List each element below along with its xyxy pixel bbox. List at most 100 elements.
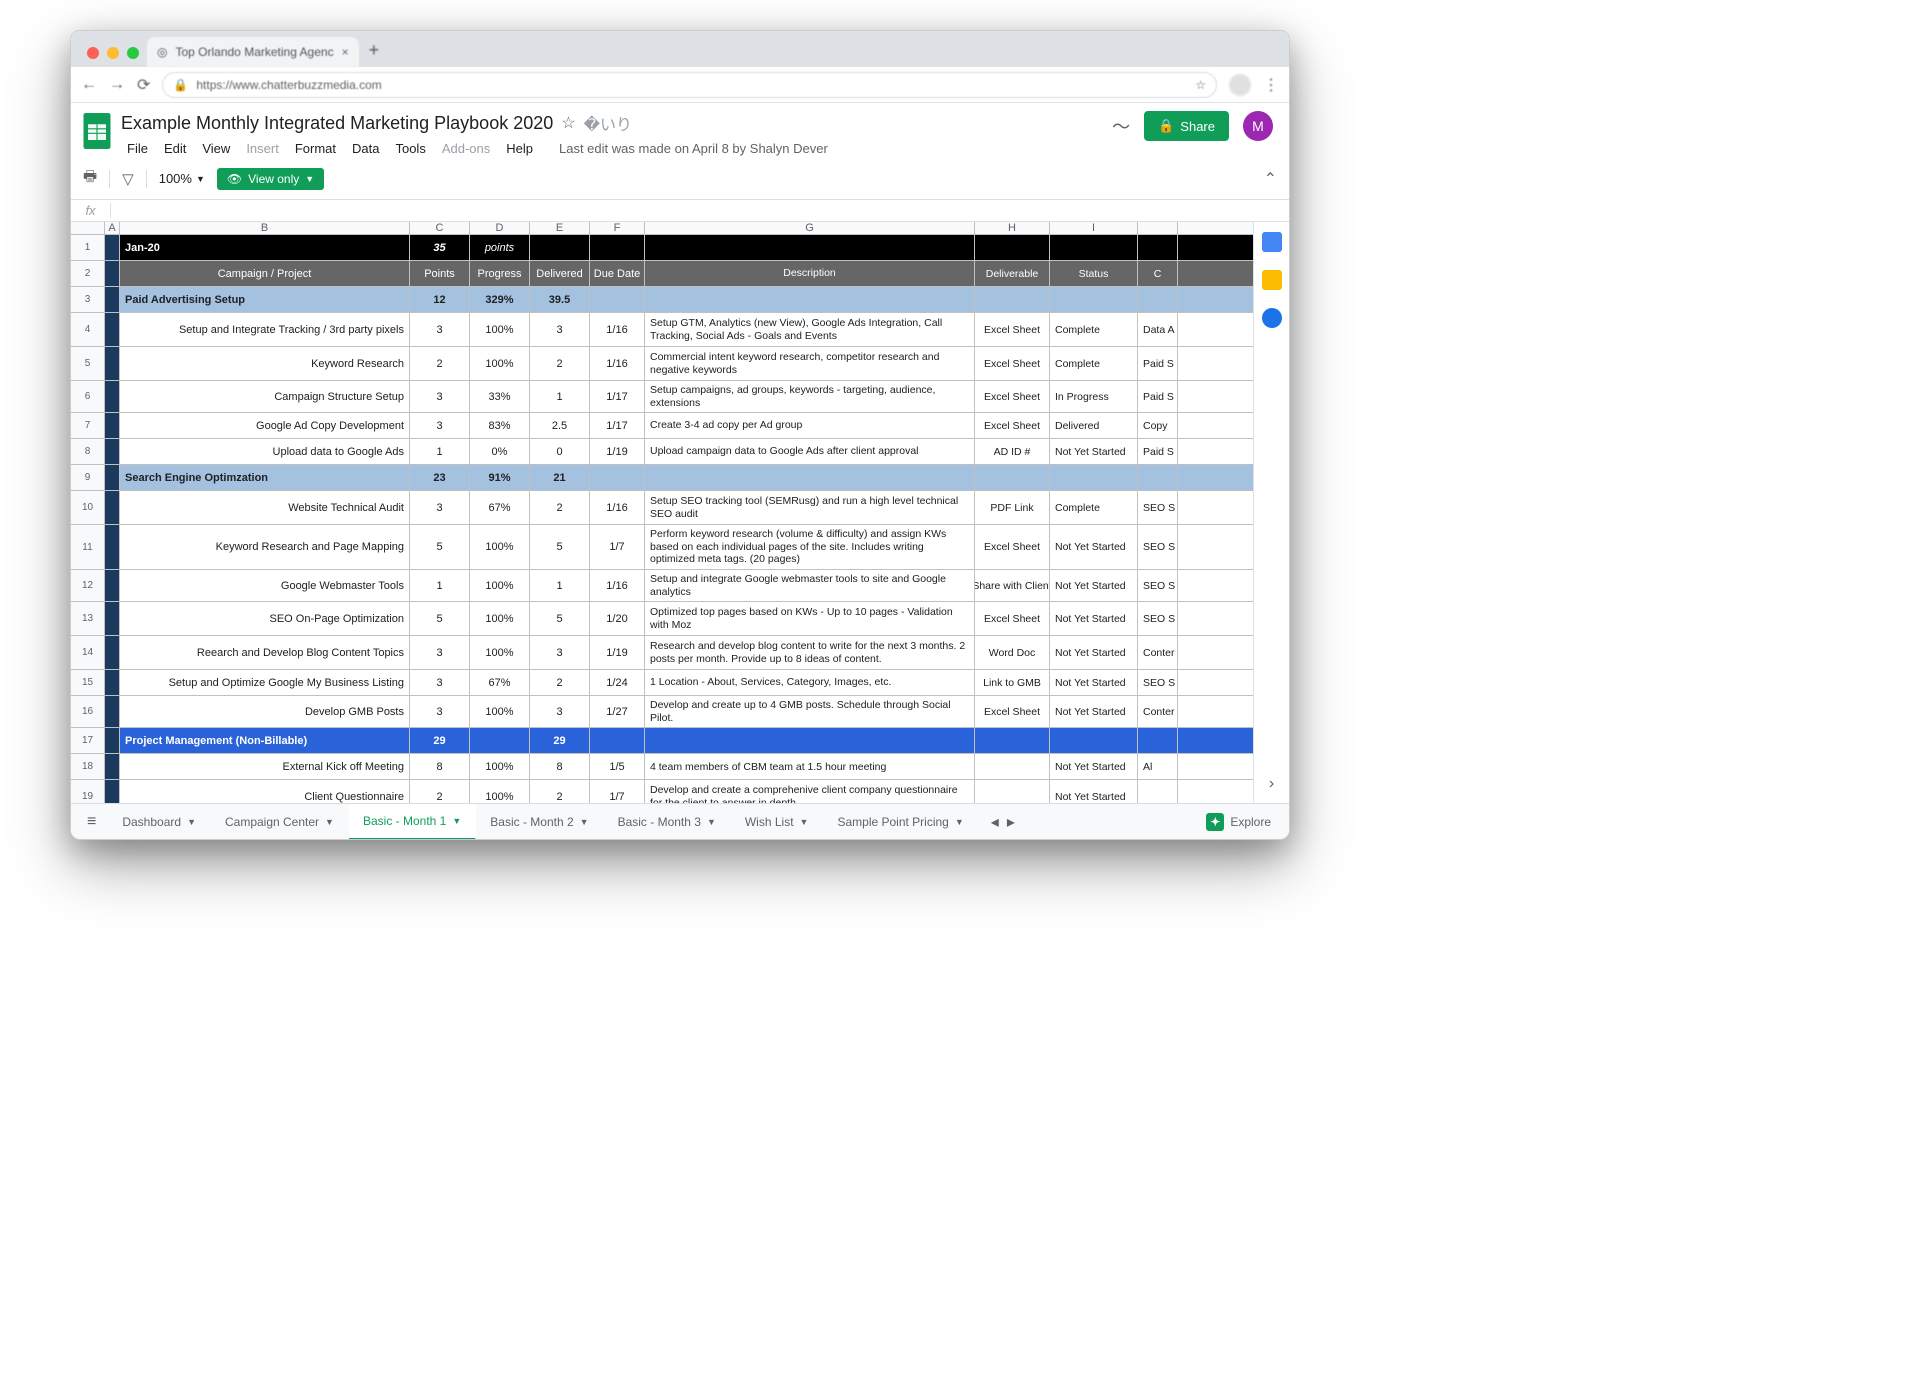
row-header[interactable]: 8	[71, 439, 105, 464]
reload-icon[interactable]: ⟳	[137, 75, 150, 95]
back-icon[interactable]: ←	[81, 76, 97, 94]
table-row[interactable]: 4Setup and Integrate Tracking / 3rd part…	[71, 313, 1253, 347]
row-header[interactable]: 19	[71, 780, 105, 803]
explore-button[interactable]: ✦ Explore	[1196, 813, 1281, 831]
side-panel-chevron-icon[interactable]: ›	[1269, 775, 1274, 793]
print-icon[interactable]: 🖶	[83, 166, 97, 191]
menu-insert[interactable]: Insert	[240, 139, 285, 158]
close-tab-icon[interactable]: ×	[342, 45, 349, 59]
col-header[interactable]: I	[1050, 222, 1138, 234]
table-row[interactable]: 13SEO On-Page Optimization5100%51/20Opti…	[71, 602, 1253, 636]
calendar-icon[interactable]	[1262, 232, 1282, 252]
document-title[interactable]: Example Monthly Integrated Marketing Pla…	[121, 113, 553, 134]
row-header[interactable]: 7	[71, 413, 105, 438]
close-window-icon[interactable]	[87, 47, 99, 59]
bookmark-star-icon[interactable]: ☆	[1195, 78, 1206, 92]
maximize-window-icon[interactable]	[127, 47, 139, 59]
col-header[interactable]: B	[120, 222, 410, 234]
chevron-down-icon[interactable]: ▼	[580, 817, 589, 827]
sheet-tab[interactable]: Basic - Month 1 ▼	[349, 804, 476, 840]
row-header[interactable]: 16	[71, 696, 105, 727]
chevron-down-icon[interactable]: ▼	[800, 817, 809, 827]
chevron-down-icon[interactable]: ▼	[707, 817, 716, 827]
star-icon[interactable]: ☆	[561, 113, 575, 133]
browser-profile-avatar[interactable]	[1229, 74, 1251, 96]
new-tab-button[interactable]: +	[359, 40, 390, 67]
table-row[interactable]: 12Google Webmaster Tools1100%11/16Setup …	[71, 570, 1253, 602]
browser-tab[interactable]: ◎ Top Orlando Marketing Agenc ×	[147, 37, 359, 67]
menu-edit[interactable]: Edit	[158, 139, 192, 158]
row-header[interactable]: 15	[71, 670, 105, 695]
col-header[interactable]: G	[645, 222, 975, 234]
table-row[interactable]: 1 Jan-20 35 points	[71, 235, 1253, 261]
keep-icon[interactable]	[1262, 270, 1282, 290]
row-header[interactable]: 4	[71, 313, 105, 346]
col-header[interactable]: H	[975, 222, 1050, 234]
table-row[interactable]: 19Client Questionnaire2100%21/7Develop a…	[71, 780, 1253, 803]
sheet-tab[interactable]: Sample Point Pricing ▼	[823, 804, 978, 840]
col-header[interactable]: E	[530, 222, 590, 234]
table-row[interactable]: 6Campaign Structure Setup333%11/17Setup …	[71, 381, 1253, 413]
menu-format[interactable]: Format	[289, 139, 342, 158]
view-only-button[interactable]: 👁 View only ▼	[217, 168, 324, 190]
table-row[interactable]: 3Paid Advertising Setup12329%39.5	[71, 287, 1253, 313]
row-header[interactable]: 11	[71, 525, 105, 569]
menu-tools[interactable]: Tools	[389, 139, 431, 158]
col-header[interactable]: D	[470, 222, 530, 234]
browser-menu-icon[interactable]: ⋮	[1263, 75, 1279, 95]
menu-add-ons[interactable]: Add-ons	[436, 139, 496, 158]
menu-file[interactable]: File	[121, 139, 154, 158]
table-row[interactable]: 5Keyword Research2100%21/16Commercial in…	[71, 347, 1253, 381]
table-row[interactable]: 7Google Ad Copy Development383%2.51/17Cr…	[71, 413, 1253, 439]
col-header[interactable]	[1138, 222, 1178, 234]
sheets-logo-icon[interactable]	[81, 111, 113, 151]
row-header[interactable]: 14	[71, 636, 105, 669]
row-header[interactable]: 1	[71, 235, 105, 260]
col-header[interactable]: C	[410, 222, 470, 234]
user-avatar[interactable]: M	[1243, 111, 1273, 141]
sheet-tab[interactable]: Dashboard ▼	[108, 804, 211, 840]
zoom-dropdown[interactable]: 100% ▼	[159, 171, 205, 186]
table-row[interactable]: 2 Campaign / Project Points Progress Del…	[71, 261, 1253, 287]
col-header[interactable]: A	[105, 222, 120, 234]
menu-data[interactable]: Data	[346, 139, 385, 158]
table-row[interactable]: 11Keyword Research and Page Mapping5100%…	[71, 525, 1253, 570]
table-row[interactable]: 9Search Engine Optimzation2391%21	[71, 465, 1253, 491]
chevron-down-icon[interactable]: ▼	[452, 816, 461, 826]
sheet-tab[interactable]: Wish List ▼	[731, 804, 824, 840]
row-header[interactable]: 2	[71, 261, 105, 286]
chevron-down-icon[interactable]: ▼	[955, 817, 964, 827]
move-icon[interactable]: �いり	[584, 111, 632, 135]
row-header[interactable]: 18	[71, 754, 105, 779]
row-header[interactable]: 5	[71, 347, 105, 380]
row-header[interactable]: 10	[71, 491, 105, 524]
row-header[interactable]: 6	[71, 381, 105, 412]
row-header[interactable]: 13	[71, 602, 105, 635]
row-header[interactable]: 3	[71, 287, 105, 312]
row-header[interactable]: 9	[71, 465, 105, 490]
sheet-next-icon[interactable]: ▸	[1007, 812, 1015, 832]
table-row[interactable]: 17Project Management (Non-Billable)2929	[71, 728, 1253, 754]
table-row[interactable]: 16Develop GMB Posts3100%31/27Develop and…	[71, 696, 1253, 728]
all-sheets-icon[interactable]: ≡	[79, 813, 104, 831]
forward-icon[interactable]: →	[109, 76, 125, 94]
sheet-tab[interactable]: Basic - Month 3 ▼	[604, 804, 731, 840]
table-row[interactable]: 18External Kick off Meeting8100%81/54 te…	[71, 754, 1253, 780]
sheet-prev-icon[interactable]: ◂	[991, 812, 999, 832]
table-row[interactable]: 10Website Technical Audit367%21/16Setup …	[71, 491, 1253, 525]
table-row[interactable]: 15Setup and Optimize Google My Business …	[71, 670, 1253, 696]
address-bar[interactable]: 🔒 https://www.chatterbuzzmedia.com ☆	[162, 72, 1217, 98]
chevron-down-icon[interactable]: ▼	[325, 817, 334, 827]
row-header[interactable]: 17	[71, 728, 105, 753]
chevron-down-icon[interactable]: ▼	[187, 817, 196, 827]
spreadsheet-grid[interactable]: A B C D E F G H I 1 Jan-20 35 points 2	[71, 222, 1253, 803]
menu-view[interactable]: View	[196, 139, 236, 158]
table-row[interactable]: 14Reearch and Develop Blog Content Topic…	[71, 636, 1253, 670]
sheet-tab[interactable]: Basic - Month 2 ▼	[476, 804, 603, 840]
filter-icon[interactable]: ▽	[122, 170, 134, 188]
share-button[interactable]: 🔒 Share	[1144, 111, 1229, 141]
tasks-icon[interactable]	[1262, 308, 1282, 328]
collapse-toolbar-icon[interactable]: ⌃	[1264, 169, 1277, 189]
menu-help[interactable]: Help	[500, 139, 539, 158]
row-header[interactable]: 12	[71, 570, 105, 601]
